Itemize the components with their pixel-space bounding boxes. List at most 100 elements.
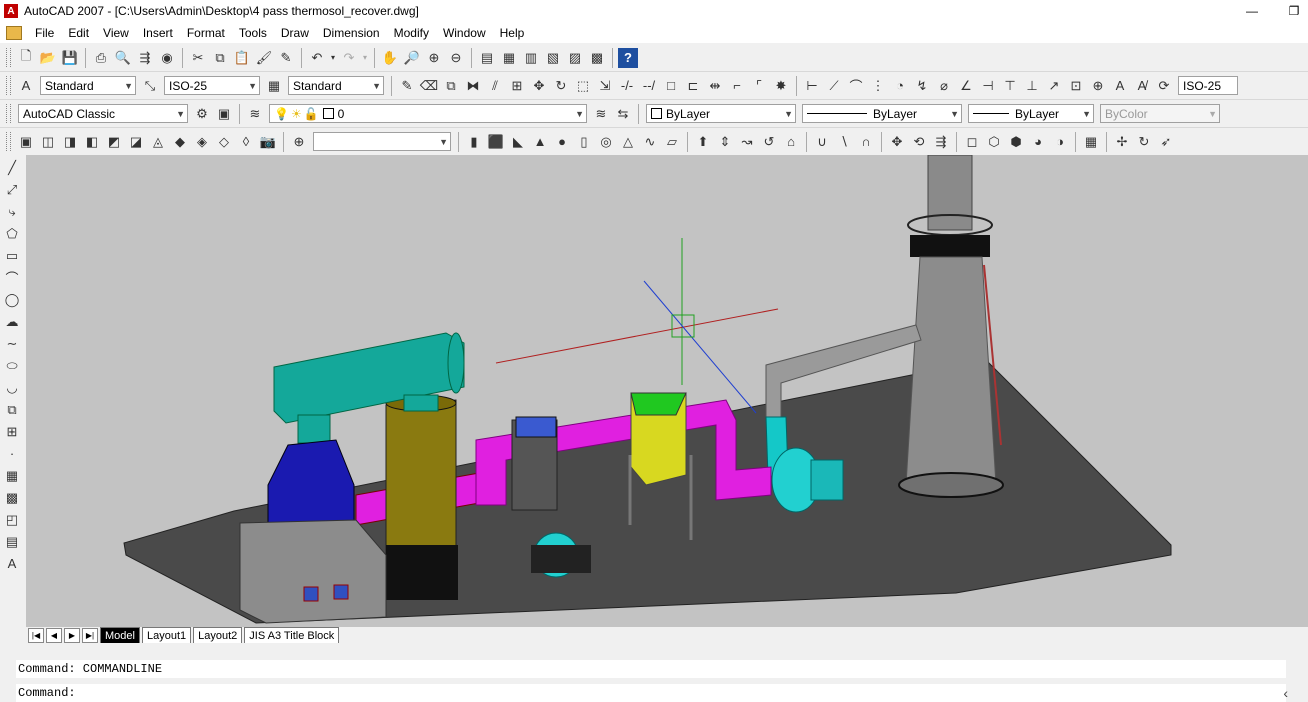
paste-icon[interactable]: 📋 [232,48,252,68]
table-icon[interactable]: ▤ [2,532,22,551]
design-center-icon[interactable]: ▦ [499,48,519,68]
dim-edit-icon[interactable]: A [1110,76,1130,96]
array-icon[interactable]: ⊞ [507,76,527,96]
lineweight-select[interactable]: ByLayer ▼ [968,104,1094,123]
properties-icon[interactable]: ▤ [477,48,497,68]
toolbar-grip[interactable] [6,132,11,151]
make-block-icon[interactable]: ⊞ [2,422,22,441]
color-select[interactable]: ByLayer ▼ [646,104,796,123]
linetype-select[interactable]: ByLayer ▼ [802,104,962,123]
open-icon[interactable]: 📂 [38,48,58,68]
break-at-point-icon[interactable]: □ [661,76,681,96]
menu-help[interactable]: Help [493,26,532,40]
point-icon[interactable]: · [2,444,22,463]
line-icon[interactable]: ╱ [2,158,22,177]
aligned-dim-icon[interactable]: ⟋ [824,76,844,96]
menu-draw[interactable]: Draw [274,26,316,40]
helix-icon[interactable]: ∿ [640,132,660,152]
redo-dropdown-icon[interactable]: ▾ [361,48,369,68]
union-icon[interactable]: ∪ [812,132,832,152]
sweep-icon[interactable]: ↝ [737,132,757,152]
gradient-icon[interactable]: ▩ [2,488,22,507]
zoom-window-icon[interactable]: ⊕ [424,48,444,68]
copy-icon[interactable]: ⧉ [210,48,230,68]
workspace-settings-icon[interactable]: ⚙ [192,104,212,124]
3d-orbit-icon[interactable]: ✢ [1112,132,1132,152]
3d-hidden-icon[interactable]: ⬢ [1006,132,1026,152]
dim-text-edit-icon[interactable]: A̸ [1132,76,1152,96]
new-icon[interactable]: 🗋 [16,48,36,68]
planar-surface-icon[interactable]: ▱ [662,132,682,152]
menu-file[interactable]: File [28,26,61,40]
toolbar-grip[interactable] [6,76,11,95]
diameter-dim-icon[interactable]: ⌀ [934,76,954,96]
toolbar-grip[interactable] [6,48,11,67]
copy-object-icon[interactable]: ⧉ [441,76,461,96]
document-icon[interactable] [6,25,22,40]
join-icon[interactable]: ⇹ [705,76,725,96]
named-views-icon[interactable]: ▣ [16,132,36,152]
front-view-icon[interactable]: ◪ [126,132,146,152]
workspace-select[interactable]: AutoCAD Classic ▼ [18,104,188,123]
subtract-icon[interactable]: ∖ [834,132,854,152]
ne-iso-icon[interactable]: ◇ [214,132,234,152]
tab-jis-a3-title-block[interactable]: JIS A3 Title Block [244,627,340,643]
cut-icon[interactable]: ✂ [188,48,208,68]
toolbar-grip[interactable] [6,104,11,123]
plot-icon[interactable]: ⎙ [91,48,111,68]
pencil-icon[interactable]: ✎ [397,76,417,96]
3d-move-icon[interactable]: ✥ [887,132,907,152]
save-workspace-icon[interactable]: ▣ [214,104,234,124]
scale-icon[interactable]: ⬚ [573,76,593,96]
qleader-icon[interactable]: ↗ [1044,76,1064,96]
linear-dim-icon[interactable]: ⊢ [802,76,822,96]
arc-length-icon[interactable]: ⌒ [846,76,866,96]
camera-icon[interactable]: 📷 [258,132,278,152]
rectangle-icon[interactable]: ▭ [2,246,22,265]
publish-icon[interactable]: ⇶ [135,48,155,68]
make-current-layer-icon[interactable]: ≋ [591,104,611,124]
break-icon[interactable]: ⊏ [683,76,703,96]
redo-icon[interactable]: ↷ [339,48,359,68]
loft-icon[interactable]: ⌂ [781,132,801,152]
hatch-icon[interactable]: ▦ [2,466,22,485]
block-editor-icon[interactable]: ✎ [276,48,296,68]
sheet-set-icon[interactable]: ▧ [543,48,563,68]
spline-icon[interactable]: ∼ [2,334,22,353]
back-view-icon[interactable]: ◬ [148,132,168,152]
revolve-icon[interactable]: ↺ [759,132,779,152]
layer-select[interactable]: 💡 ☀ 🔓 0 ▼ [269,104,587,123]
ordinate-dim-icon[interactable]: ⋮ [868,76,888,96]
undo-dropdown-icon[interactable]: ▾ [329,48,337,68]
zoom-realtime-icon[interactable]: 🔎 [402,48,422,68]
menu-format[interactable]: Format [180,26,232,40]
ucs-icon[interactable]: ⊕ [289,132,309,152]
menu-edit[interactable]: Edit [61,26,96,40]
menu-dimension[interactable]: Dimension [316,26,387,40]
stretch-icon[interactable]: ⇲ [595,76,615,96]
ellipse-icon[interactable]: ⬭ [2,356,22,375]
save-icon[interactable]: 💾 [60,48,80,68]
jogged-dim-icon[interactable]: ↯ [912,76,932,96]
box-icon[interactable]: ⬛ [486,132,506,152]
next-tab-icon[interactable]: ▶ [64,627,80,643]
region-icon[interactable]: ◰ [2,510,22,529]
menu-window[interactable]: Window [436,26,493,40]
tab-model[interactable]: Model [100,627,140,643]
circle-icon[interactable]: ◯ [2,290,22,309]
ellipse-arc-icon[interactable]: ◡ [2,378,22,397]
mirror-icon[interactable]: ⧓ [463,76,483,96]
free-orbit-icon[interactable]: ↻ [1134,132,1154,152]
baseline-dim-icon[interactable]: ⊤ [1000,76,1020,96]
3d-rotate-icon[interactable]: ⟲ [909,132,929,152]
dim-style-select[interactable]: ISO-25 ▼ [164,76,260,95]
3d-wireframe-icon[interactable]: ⬡ [984,132,1004,152]
explode-icon[interactable]: ✸ [771,76,791,96]
menu-tools[interactable]: Tools [232,26,274,40]
model-viewport[interactable] [26,155,1308,627]
minimize-button[interactable]: — [1238,2,1266,20]
move-icon[interactable]: ✥ [529,76,549,96]
dim-style-select-right[interactable]: ISO-25 [1178,76,1238,95]
tab-layout2[interactable]: Layout2 [193,627,243,643]
trim-icon[interactable]: -/- [617,76,637,96]
